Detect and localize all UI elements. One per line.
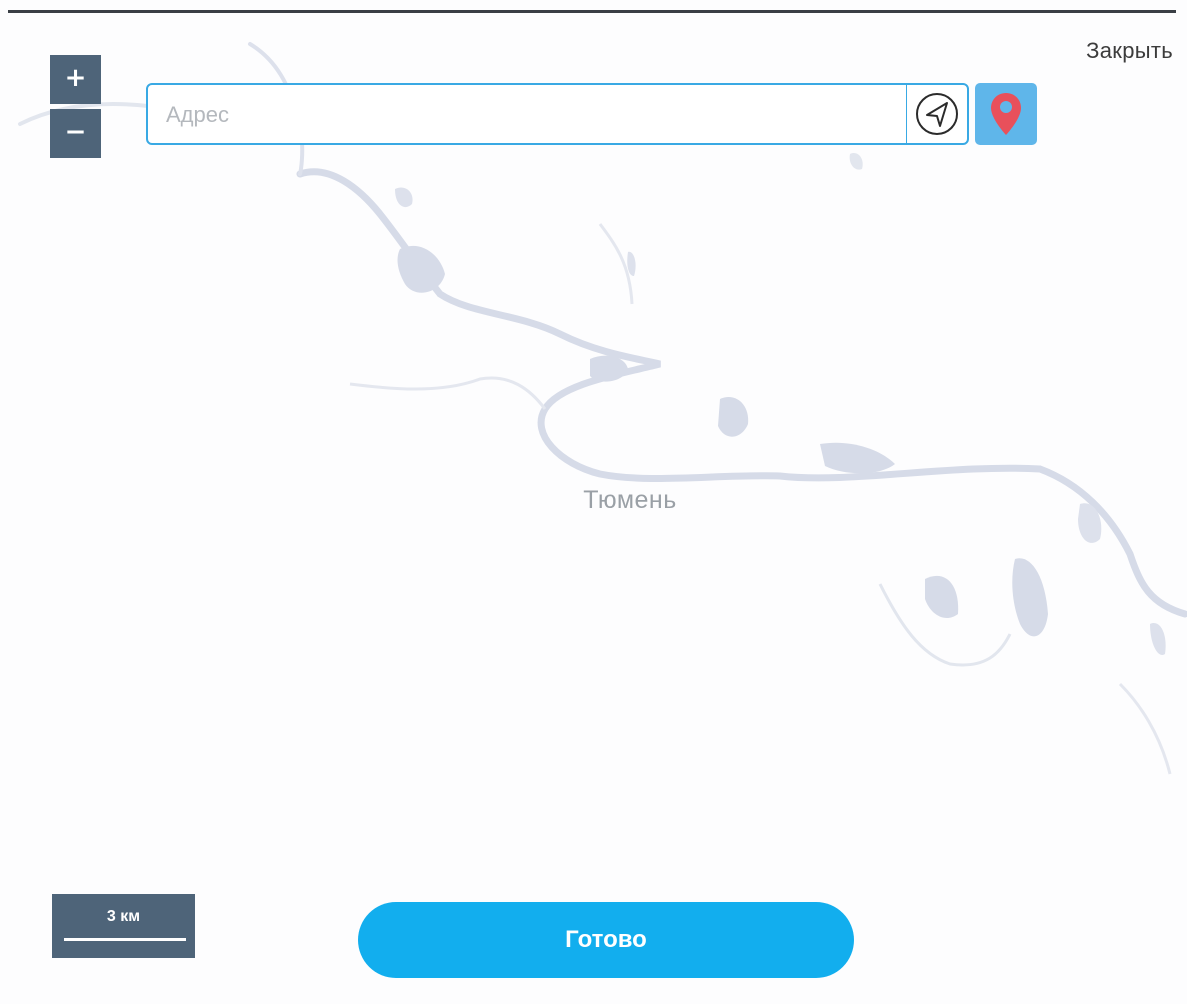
close-button[interactable]: Закрыть [1086, 38, 1173, 64]
map-pin-icon [991, 93, 1021, 135]
zoom-in-button[interactable]: + [50, 55, 101, 104]
zoom-out-button[interactable]: − [50, 109, 101, 158]
city-label: Тюмень [583, 486, 677, 514]
lake-9 [627, 251, 636, 276]
lake-11 [849, 153, 863, 170]
navigation-arrow-icon [916, 93, 958, 135]
stream-4 [1118, 682, 1172, 775]
address-search-box [146, 83, 969, 145]
locate-button[interactable] [906, 85, 967, 143]
drop-pin-button[interactable] [975, 83, 1037, 145]
map-picker-dialog: + − Закрыть Тюмень 3 км Готово [0, 0, 1187, 1004]
lake-3 [718, 396, 749, 437]
done-button[interactable]: Готово [358, 902, 854, 978]
river-main [296, 168, 1187, 618]
lake-5 [925, 575, 959, 619]
lake-8 [395, 187, 413, 208]
lake-10 [1150, 623, 1166, 655]
map-scale: 3 км [52, 894, 195, 958]
lake-1 [397, 245, 445, 293]
lake-2 [590, 355, 628, 382]
lake-4 [820, 442, 895, 474]
top-divider [8, 10, 1176, 13]
scale-bar [64, 938, 186, 941]
address-input[interactable] [164, 85, 908, 145]
stream-1 [349, 376, 547, 410]
scale-label: 3 км [106, 908, 141, 925]
lake-6 [1012, 558, 1048, 637]
stream-2 [598, 223, 634, 305]
